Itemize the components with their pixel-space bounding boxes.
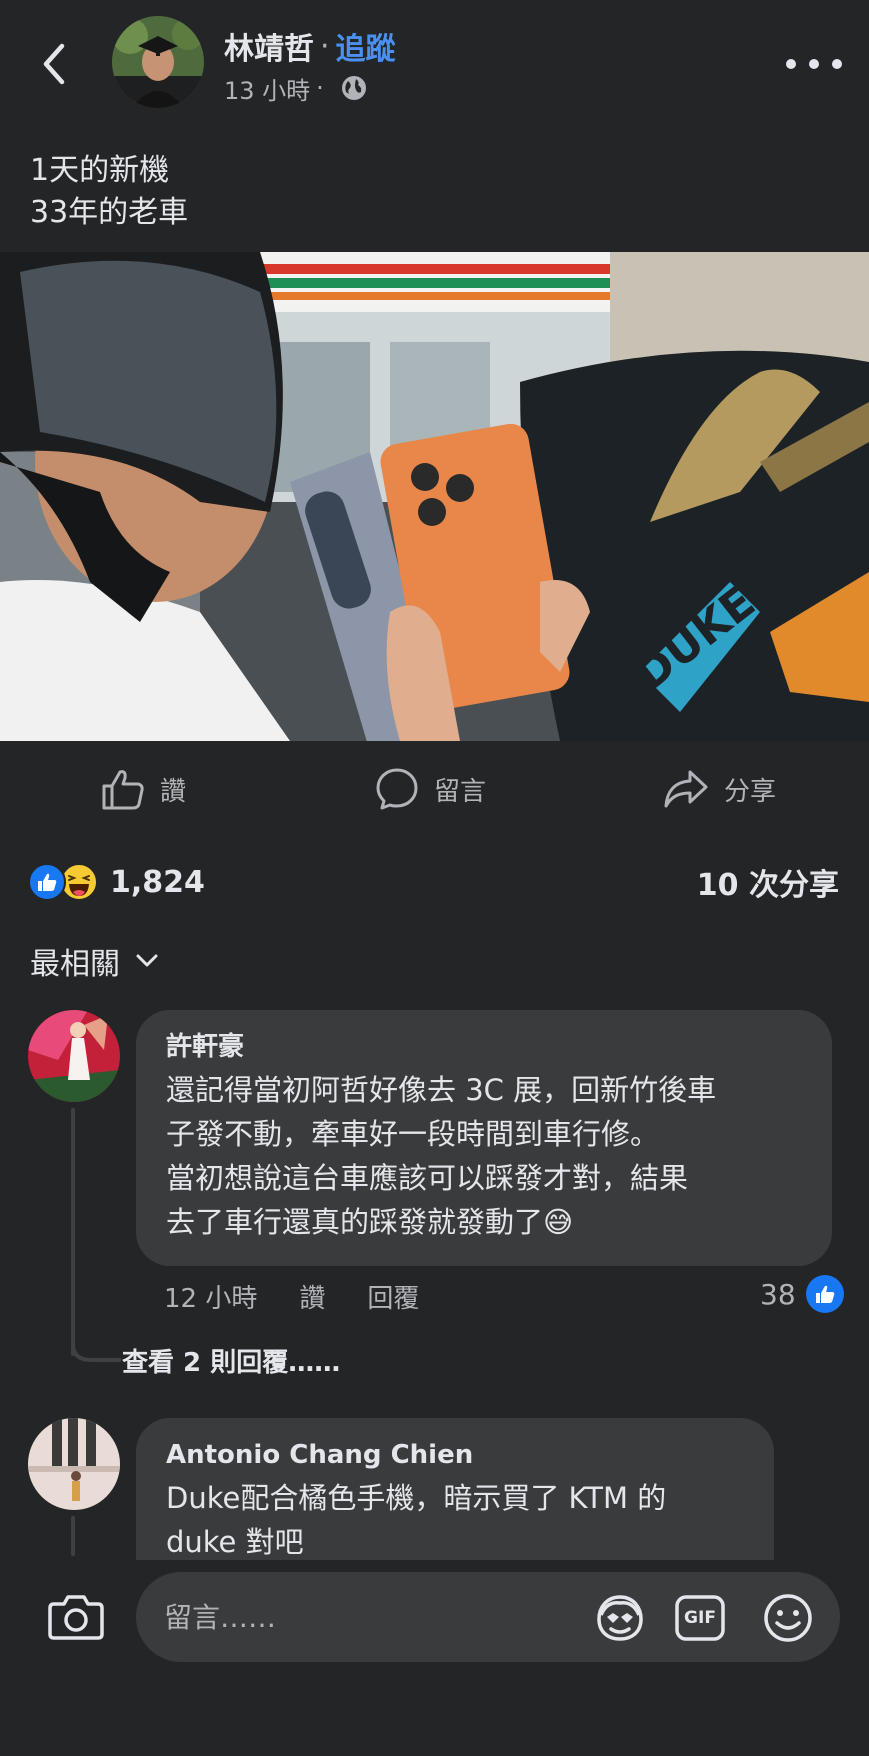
like-reaction-icon xyxy=(28,863,66,901)
more-options-button[interactable] xyxy=(786,46,842,82)
author-name[interactable]: 林靖哲 xyxy=(224,24,314,68)
chevron-left-icon xyxy=(43,43,65,85)
gif-label: GIF xyxy=(684,1608,716,1628)
post-text: 1天的新機 33年的老車 xyxy=(30,153,189,230)
avatar-image xyxy=(28,1010,120,1102)
thread-line xyxy=(71,1108,75,1356)
comment-button[interactable]: 留言 xyxy=(374,752,486,826)
comment-meta: 12 小時 讚 回覆 xyxy=(164,1276,461,1316)
like-button[interactable]: 讚 xyxy=(100,752,186,826)
avatar-image xyxy=(28,1418,120,1510)
reactions-summary[interactable]: 1,824 xyxy=(28,858,205,906)
comment-text: 還記得當初阿哲好像去 3C 展，回新竹後車 子發不動，牽車好一段時間到車行修。 … xyxy=(166,1068,802,1244)
emoji-button[interactable] xyxy=(760,1590,816,1646)
comment-line: 當初想說這台車應該可以踩發才對，結果 xyxy=(166,1161,689,1195)
avatar-sticker-button[interactable] xyxy=(592,1590,648,1646)
like-reaction-icon xyxy=(805,1275,844,1313)
share-arrow-icon xyxy=(664,770,708,808)
back-button[interactable] xyxy=(30,36,78,92)
gif-button[interactable]: GIF xyxy=(672,1590,728,1646)
comment-label: 留言 xyxy=(434,776,487,807)
view-replies-link[interactable]: 查看 2 則回覆…… xyxy=(122,1343,340,1383)
author-avatar[interactable] xyxy=(112,16,204,108)
globe-icon xyxy=(341,76,366,100)
more-dot xyxy=(809,59,819,69)
comment-input[interactable] xyxy=(136,1572,840,1662)
like-label: 讚 xyxy=(160,776,187,807)
emoji-icon xyxy=(764,1594,812,1642)
follow-button[interactable]: 追蹤 xyxy=(336,24,396,68)
share-count[interactable]: 10 次分享 xyxy=(697,858,839,906)
comment-bubble[interactable]: 許軒豪 還記得當初阿哲好像去 3C 展，回新竹後車 子發不動，牽車好一段時間到車… xyxy=(136,1010,832,1266)
commenter-avatar[interactable] xyxy=(28,1418,120,1510)
comment-like-button[interactable]: 讚 xyxy=(299,1278,325,1315)
avatar-sticker-icon xyxy=(597,1595,643,1641)
thumbs-up-icon xyxy=(102,770,144,810)
more-dot xyxy=(832,59,842,69)
camera-button[interactable] xyxy=(48,1588,104,1644)
avatar-image xyxy=(112,16,204,108)
commenter-name[interactable]: Antonio Chang Chien xyxy=(166,1438,744,1472)
comment-sort-dropdown[interactable]: 最相關 xyxy=(30,938,158,984)
comment-line: 去了車行還真的踩發就發動了😅 xyxy=(166,1205,574,1239)
separator-dot: · xyxy=(320,28,330,64)
commenter-avatar[interactable] xyxy=(28,1010,120,1102)
separator-dot: · xyxy=(316,74,324,102)
comment-line: 還記得當初阿哲好像去 3C 展，回新竹後車 xyxy=(166,1073,717,1107)
chevron-down-icon xyxy=(136,954,158,967)
thread-line xyxy=(71,1516,75,1556)
comment-like-number: 38 xyxy=(760,1277,796,1311)
commenter-name[interactable]: 許軒豪 xyxy=(166,1030,802,1064)
author-line: 林靖哲 · 追蹤 xyxy=(224,24,396,68)
reaction-count: 1,824 xyxy=(110,864,205,900)
sort-label: 最相關 xyxy=(30,947,120,982)
post-photo[interactable]: DUKE xyxy=(0,252,869,741)
share-label: 分享 xyxy=(724,776,777,807)
comment-time[interactable]: 12 小時 xyxy=(164,1278,257,1315)
comment-like-count[interactable]: 38 xyxy=(760,1274,844,1314)
comment-text: Duke配合橘色手機，暗示買了 KTM 的 duke 對吧 xyxy=(166,1476,744,1560)
share-button[interactable]: 分享 xyxy=(662,752,776,826)
comment-line: duke 對吧 xyxy=(166,1525,304,1559)
comment-bubble[interactable]: Antonio Chang Chien Duke配合橘色手機，暗示買了 KTM … xyxy=(136,1418,774,1560)
more-dot xyxy=(786,59,796,69)
post-actions-bar: 讚 留言 分享 xyxy=(0,752,869,826)
photo-illustration: DUKE xyxy=(0,252,869,741)
comment-line: 子發不動，牽車好一段時間到車行修。 xyxy=(166,1117,660,1151)
post-meta: 13 小時 · xyxy=(224,70,368,106)
camera-icon xyxy=(48,1595,104,1640)
comment-line: Duke配合橘色手機，暗示買了 KTM 的 xyxy=(166,1481,667,1515)
comment-reply-button[interactable]: 回覆 xyxy=(367,1278,419,1315)
speech-bubble-icon xyxy=(376,768,418,810)
post-time[interactable]: 13 小時 xyxy=(224,71,310,106)
thread-curve xyxy=(71,1330,121,1362)
